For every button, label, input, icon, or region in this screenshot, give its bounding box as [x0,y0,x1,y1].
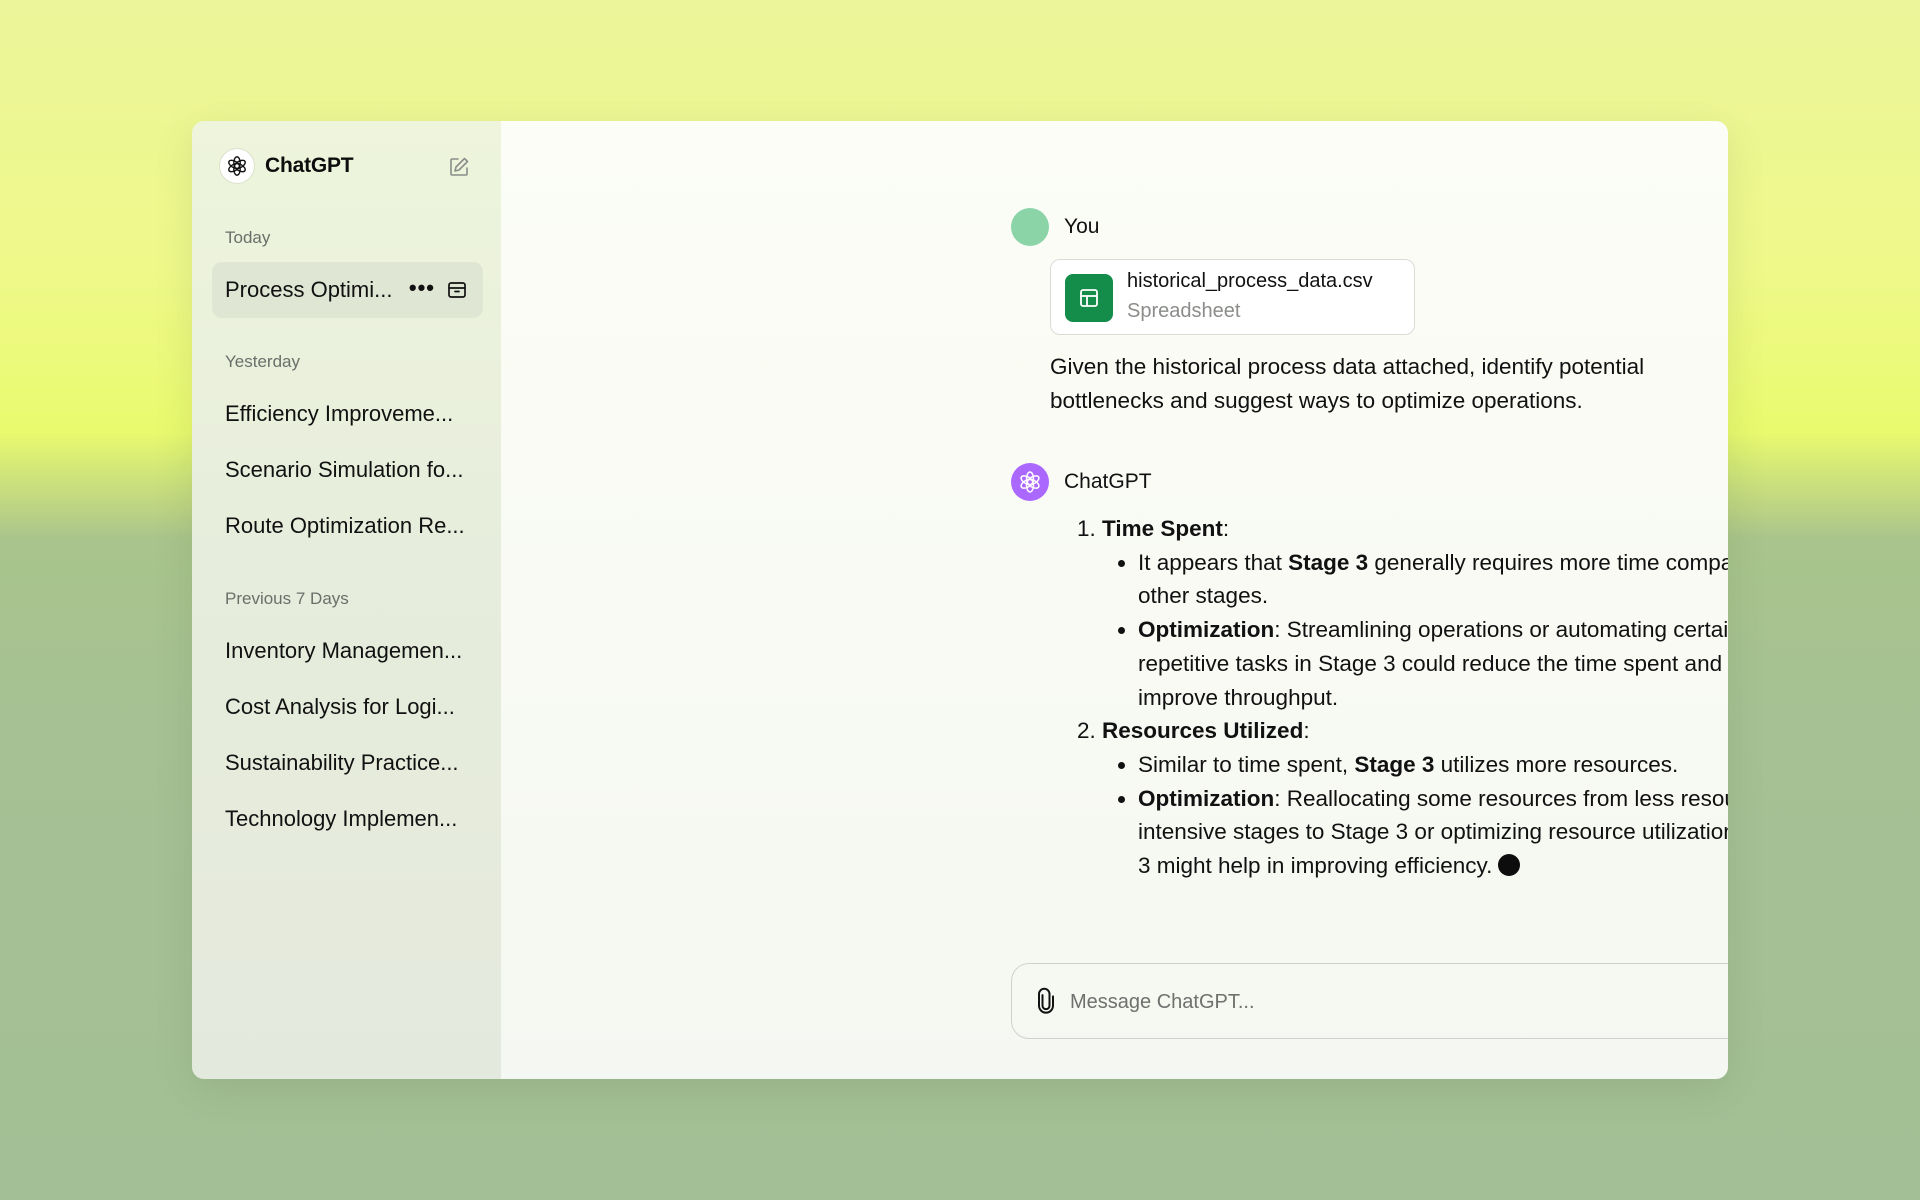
sidebar-header: ChatGPT [220,149,473,183]
chat-item-process-optimization[interactable]: Process Optimi... ••• [212,262,483,318]
chat-item-label: Process Optimi... [225,277,393,302]
chat-item-label: Efficiency Improveme... [225,401,454,426]
assistant-avatar [1011,463,1049,501]
chat-item-cost-analysis[interactable]: Cost Analysis for Logi... [212,679,483,735]
sidebar: ChatGPT Today Process Optimi... ••• Yest… [192,121,501,1079]
openai-logo-icon [1017,469,1043,495]
bullet-list: Similar to time spent, Stage 3 utilizes … [1102,748,1728,883]
message-input[interactable] [1068,982,1728,1022]
file-name: historical_process_data.csv [1127,270,1373,292]
assistant-message: Time Spent: It appears that Stage 3 gene… [1074,512,1728,883]
bullet-item: Optimization: Reallocating some resource… [1138,782,1728,883]
chat-item-scenario-simulation[interactable]: Scenario Simulation fo... [212,442,483,498]
chat-item-label: Scenario Simulation fo... [225,457,464,482]
section-label-today: Today [225,228,271,247]
bullet-bold: Stage 3 [1288,549,1369,575]
chat-item-label: Inventory Managemen... [225,638,463,663]
chat-item-technology[interactable]: Technology Implemen... [212,791,483,847]
archive-icon[interactable] [447,280,467,300]
answer-list: Time Spent: It appears that Stage 3 gene… [1074,512,1728,883]
app-window: ChatGPT Today Process Optimi... ••• Yest… [192,121,1728,1079]
section-label-yesterday: Yesterday [225,352,300,371]
bullet-list: It appears that Stage 3 generally requir… [1102,546,1728,715]
streaming-cursor [1498,854,1521,877]
answer-section: Time Spent: It appears that Stage 3 gene… [1102,512,1728,714]
bullet-text: Similar to time spent, [1138,751,1355,777]
new-chat-icon[interactable] [447,155,471,179]
chat-item-label: Sustainability Practice... [225,750,459,775]
app-title: ChatGPT [265,154,354,177]
bullet-text: It appears that [1138,549,1289,575]
bullet-item: It appears that Stage 3 generally requir… [1138,546,1728,613]
chat-item-label: Cost Analysis for Logi... [225,694,455,719]
bullet-bold: Stage 3 [1354,751,1435,777]
user-author-name: You [1064,215,1100,238]
chat-item-label: Route Optimization Re... [225,513,465,538]
chat-main: You historical_process_data.csv Spreadsh… [501,121,1728,1079]
chat-item-label: Technology Implemen... [225,806,458,831]
more-options-icon[interactable]: ••• [409,277,435,299]
section-title: Time Spent [1102,516,1223,541]
chat-item-inventory-management[interactable]: Inventory Managemen... [212,623,483,679]
chat-item-route-optimization[interactable]: Route Optimization Re... [212,498,483,554]
spreadsheet-icon [1065,274,1113,322]
answer-section: Resources Utilized: Similar to time spen… [1102,714,1728,883]
user-message: Given the historical process data attach… [1050,354,1645,413]
chat-item-sustainability[interactable]: Sustainability Practice... [212,735,483,791]
bullet-bold: Optimization [1138,785,1275,811]
paperclip-icon[interactable] [1032,987,1060,1015]
bullet-bold: Optimization [1138,617,1275,643]
message-composer [1011,963,1728,1039]
section-label-previous-7-days: Previous 7 Days [225,589,349,608]
bullet-item: Similar to time spent, Stage 3 utilizes … [1138,748,1728,782]
file-attachment-card[interactable]: historical_process_data.csv Spreadsheet [1050,259,1415,335]
assistant-author-name: ChatGPT [1064,470,1152,493]
bullet-item: Optimization: Streamlining operations or… [1138,613,1728,714]
file-type: Spreadsheet [1127,300,1241,322]
user-avatar [1011,208,1049,246]
chat-item-efficiency[interactable]: Efficiency Improveme... [212,386,483,442]
bullet-text: utilizes more resources. [1434,751,1679,777]
section-title: Resources Utilized [1102,718,1304,744]
openai-logo-icon[interactable] [220,149,254,183]
